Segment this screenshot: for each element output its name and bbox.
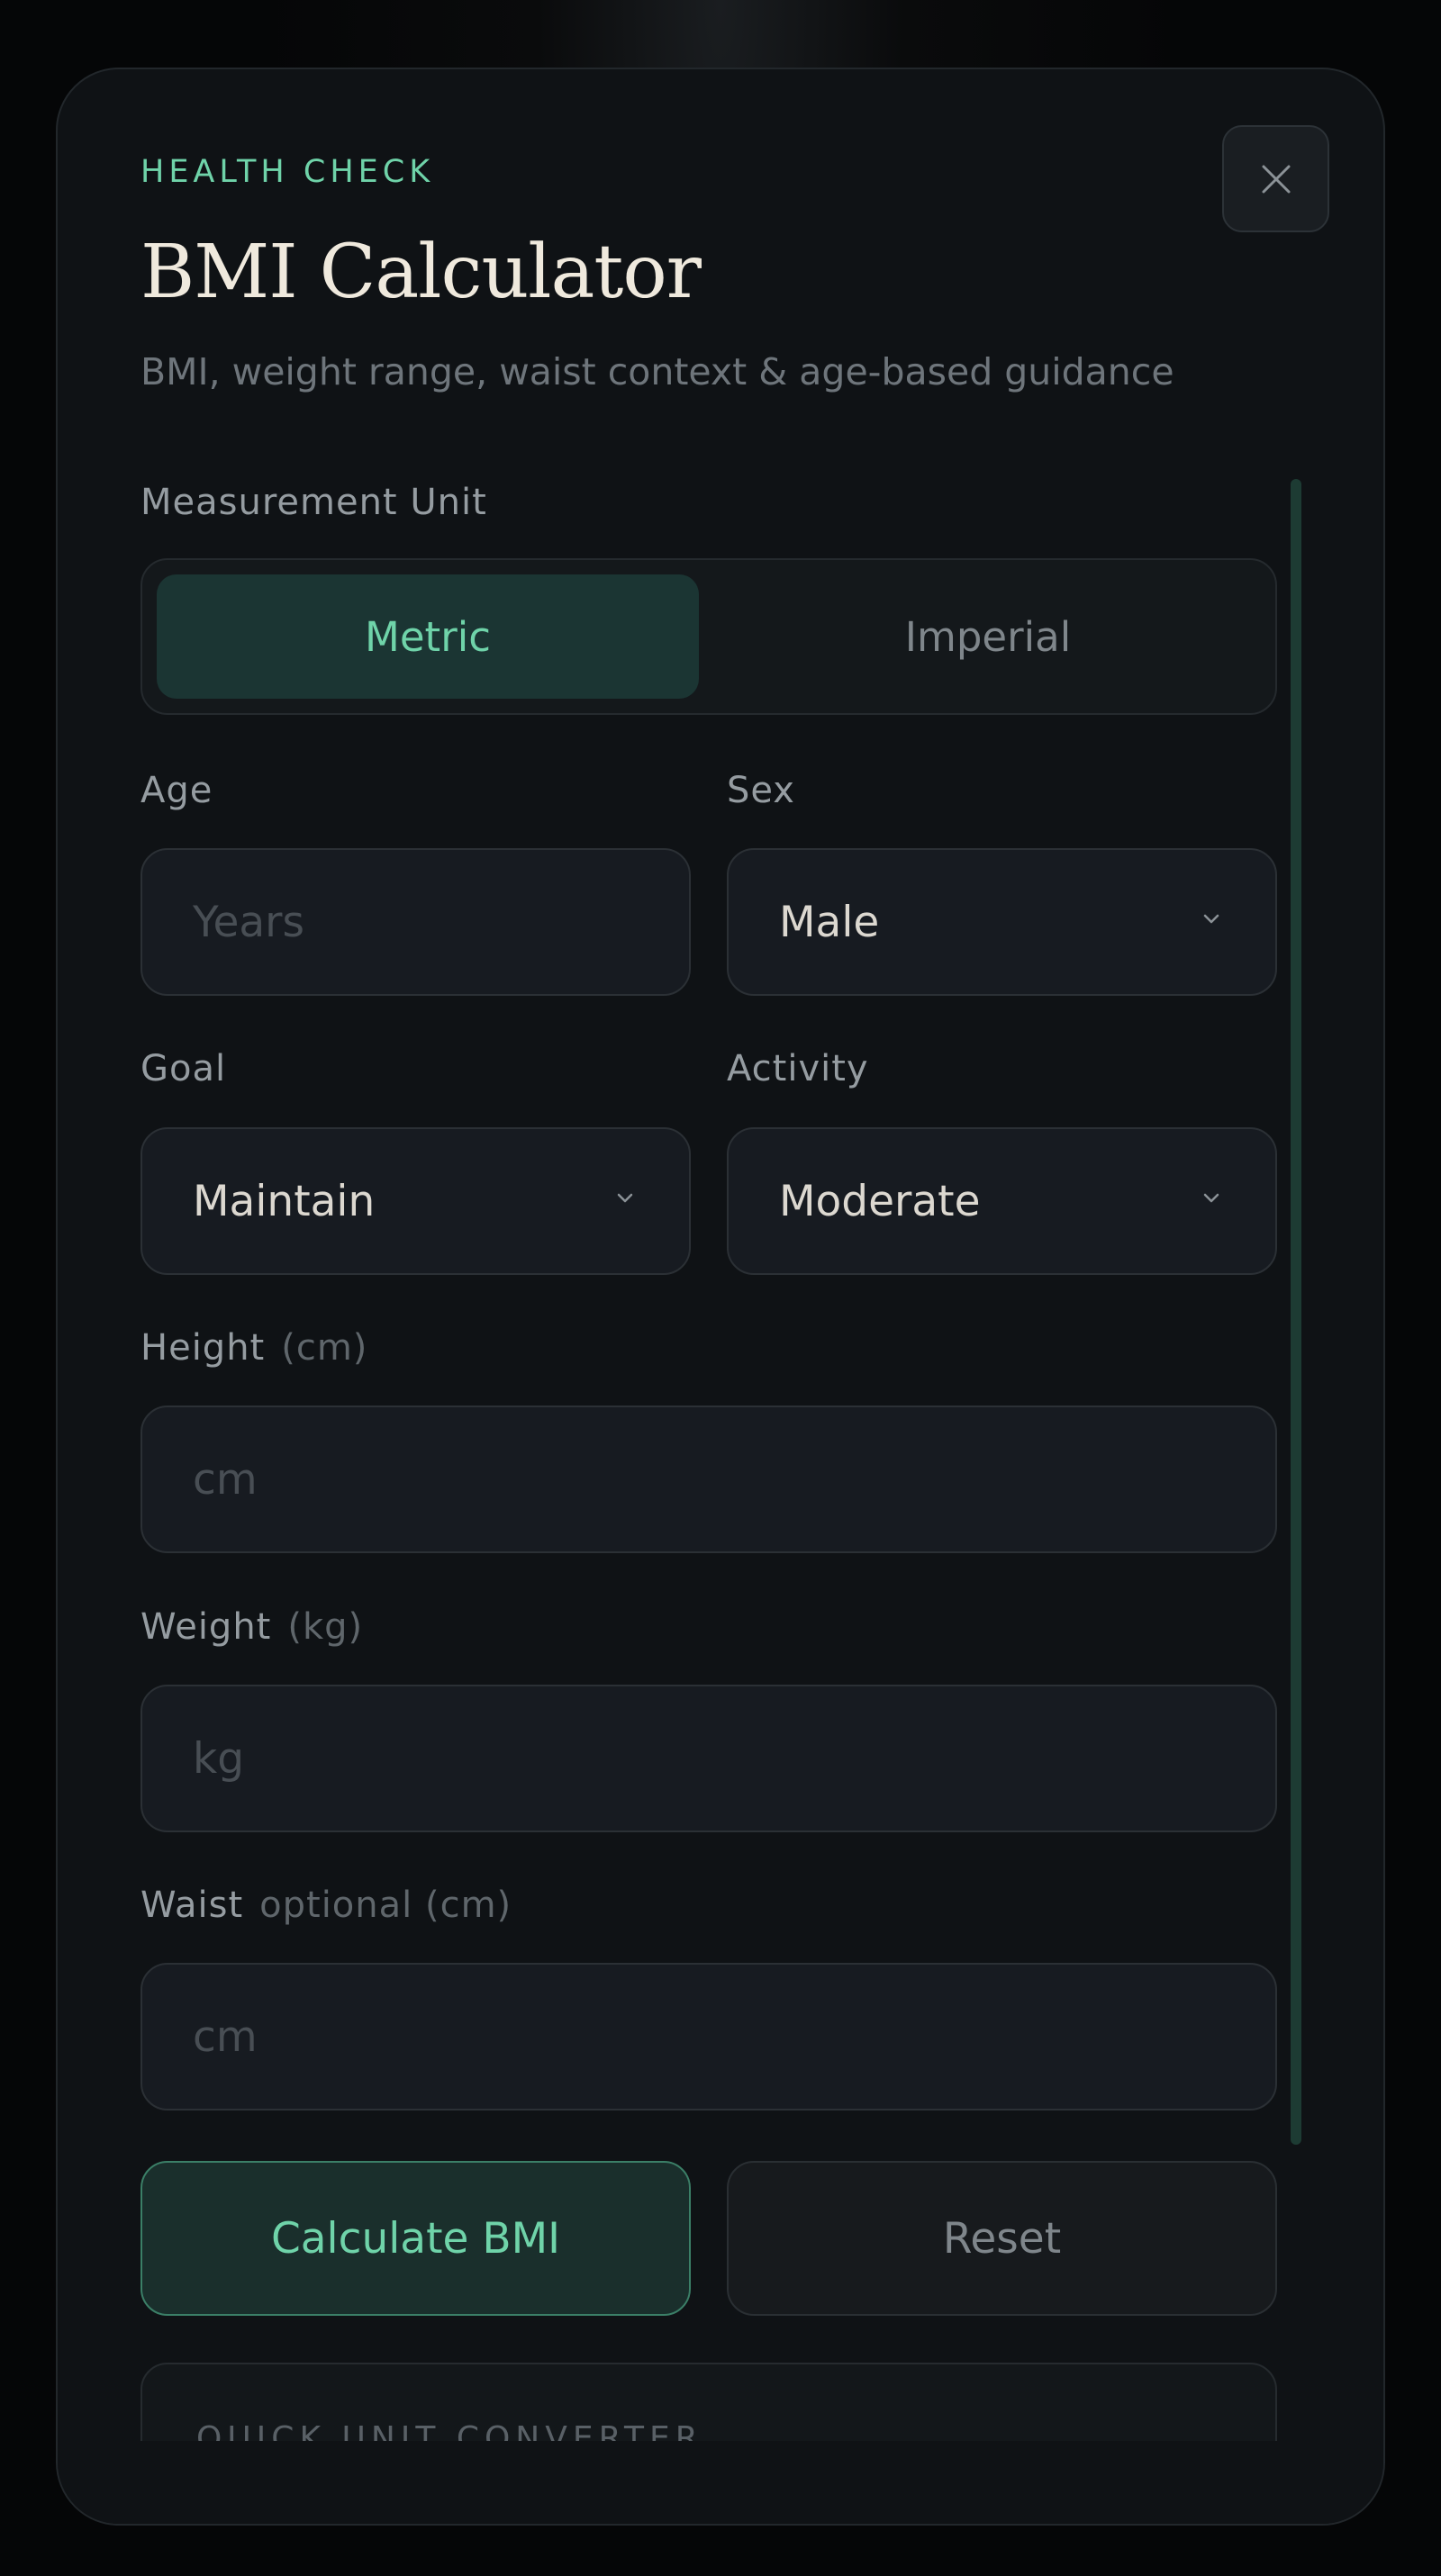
goal-select-value: Maintain [193,1176,376,1226]
goal-select[interactable]: Maintain [140,1127,691,1275]
age-label: Age [140,770,213,811]
reset-button[interactable]: Reset [727,2161,1277,2316]
eyebrow-label: HEALTH CHECK [140,154,435,190]
weight-label-text: Weight [140,1606,272,1648]
weight-unit-hint: (kg) [287,1606,364,1648]
sex-label: Sex [727,770,795,811]
weight-input[interactable]: kg [140,1685,1277,1832]
calculate-bmi-button[interactable]: Calculate BMI [140,2161,691,2316]
height-label-text: Height [140,1327,266,1369]
page-title: BMI Calculator [140,230,702,315]
chevron-down-icon [617,1193,633,1203]
goal-label: Goal [140,1048,227,1089]
chevron-down-icon [1203,914,1219,924]
sex-select[interactable]: Male [727,848,1277,996]
waist-input[interactable]: cm [140,1963,1277,2111]
unit-segmented-control: Metric Imperial [140,558,1277,715]
close-icon [1262,165,1290,193]
unit-option-metric[interactable]: Metric [157,574,699,699]
close-button[interactable] [1222,125,1329,232]
activity-select[interactable]: Moderate [727,1127,1277,1275]
chevron-down-icon [1203,1193,1219,1203]
sex-select-value: Male [779,897,880,947]
scrollbar[interactable] [1291,479,1301,2145]
height-unit-hint: (cm) [281,1327,368,1369]
activity-label: Activity [727,1048,869,1089]
measurement-unit-label: Measurement Unit [140,482,487,523]
activity-select-value: Moderate [779,1176,981,1226]
height-input[interactable]: cm [140,1406,1277,1553]
bmi-calculator-modal: HEALTH CHECK BMI Calculator BMI, weight … [56,68,1385,2526]
modal-bottom-edge [58,2441,1383,2524]
page-subtitle: BMI, weight range, waist context & age-b… [140,350,1174,393]
weight-label: Weight (kg) [140,1606,363,1648]
age-input[interactable]: Years [140,848,691,996]
waist-label: Waist optional (cm) [140,1885,512,1926]
unit-option-imperial[interactable]: Imperial [713,574,1263,699]
height-label: Height (cm) [140,1327,367,1369]
waist-label-text: Waist [140,1885,244,1926]
waist-unit-hint: optional (cm) [259,1885,512,1926]
